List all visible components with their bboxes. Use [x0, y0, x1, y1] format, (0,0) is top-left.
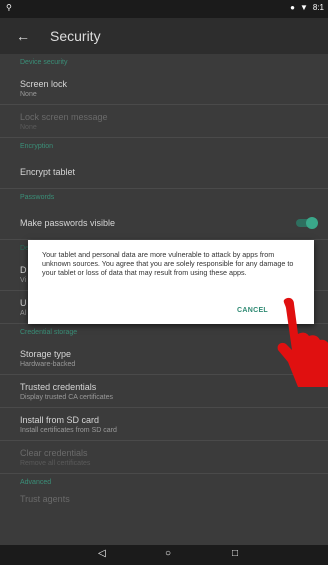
- location-icon: ●: [290, 3, 295, 12]
- item-subtitle: Display trusted CA certificates: [20, 393, 113, 401]
- wifi-icon: ▼: [299, 3, 308, 12]
- make-passwords-visible-item[interactable]: Make passwords visible: [0, 207, 328, 239]
- install-from-sd-item[interactable]: Install from SD card Install certificate…: [0, 408, 328, 440]
- item-subtitle: Install certificates from SD card: [20, 426, 117, 434]
- dialog-message: Your tablet and personal data are more v…: [42, 250, 294, 277]
- back-arrow-icon[interactable]: ←: [16, 28, 30, 44]
- triangle-back-icon[interactable]: ◁: [98, 548, 106, 559]
- unknown-sources-dialog: Your tablet and personal data are more v…: [28, 240, 314, 324]
- section-passwords: Passwords: [20, 194, 55, 201]
- item-title: Lock screen message: [20, 111, 108, 122]
- circle-home-icon[interactable]: ○: [165, 548, 171, 559]
- square-recents-icon[interactable]: □: [232, 548, 238, 559]
- section-encryption: Encryption: [20, 143, 54, 150]
- toggle-knob: [306, 217, 318, 229]
- item-title: Encrypt tablet: [20, 167, 76, 177]
- app-bar: ← Security: [0, 18, 328, 54]
- passwords-visible-toggle[interactable]: [296, 217, 318, 229]
- item-title: Clear credentials: [20, 447, 88, 458]
- section-device-security: Device security: [20, 59, 68, 66]
- pointing-hand-icon: [277, 297, 328, 387]
- cancel-button[interactable]: CANCEL: [237, 307, 268, 314]
- system-nav-bar: ◁ ○ □: [0, 545, 328, 565]
- status-icons: ● ▼ 8:1: [290, 3, 324, 12]
- clear-credentials-item[interactable]: Clear credentials Remove all certificate…: [0, 441, 328, 473]
- screen-lock-item[interactable]: Screen lock None: [0, 72, 328, 104]
- status-bar: ⚲ ● ▼ 8:1: [0, 0, 328, 18]
- item-subtitle: Remove all certificates: [20, 459, 91, 467]
- item-title: Make passwords visible: [20, 218, 116, 228]
- item-subtitle: None: [20, 123, 37, 131]
- usb-icon: ⚲: [6, 3, 12, 12]
- page-title: Security: [50, 28, 101, 44]
- clock-text: 8:1: [312, 3, 324, 12]
- section-advanced: Advanced: [20, 479, 52, 486]
- lock-screen-message-item[interactable]: Lock screen message None: [0, 105, 328, 137]
- trust-agents-item[interactable]: Trust agents: [0, 492, 328, 506]
- encrypt-tablet-item[interactable]: Encrypt tablet: [0, 156, 328, 188]
- item-title: Trust agents: [20, 494, 70, 504]
- item-title: Install from SD card: [20, 414, 100, 425]
- item-subtitle: None: [20, 90, 37, 98]
- item-title: Screen lock: [20, 78, 68, 89]
